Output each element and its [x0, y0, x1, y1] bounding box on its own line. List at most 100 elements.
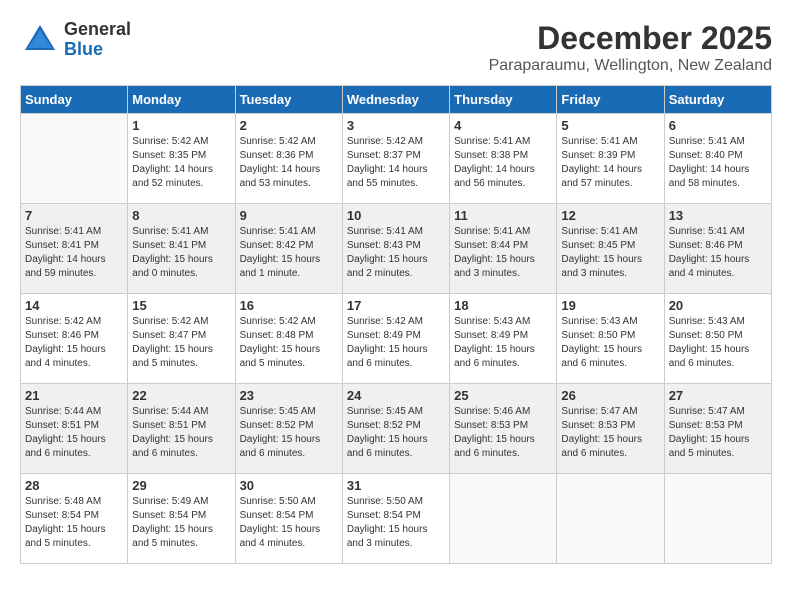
header-day-wednesday: Wednesday — [342, 86, 449, 114]
calendar-cell: 18 Sunrise: 5:43 AM Sunset: 8:49 PM Dayli… — [450, 294, 557, 384]
calendar-cell — [664, 474, 771, 564]
day-number: 31 — [347, 478, 445, 493]
day-info: Sunrise: 5:41 AM Sunset: 8:46 PM Dayligh… — [669, 225, 767, 281]
calendar-cell — [557, 474, 664, 564]
header-day-monday: Monday — [128, 86, 235, 114]
day-number: 16 — [240, 298, 338, 313]
calendar-cell: 22 Sunrise: 5:44 AM Sunset: 8:51 PM Dayli… — [128, 384, 235, 474]
day-number: 30 — [240, 478, 338, 493]
calendar-cell: 31Sunrise: 5:50 AM Sunset: 8:54 PM Dayli… — [342, 474, 449, 564]
calendar-cell: 12 Sunrise: 5:41 AM Sunset: 8:45 PM Dayli… — [557, 204, 664, 294]
day-info: Sunrise: 5:41 AM Sunset: 8:41 PM Dayligh… — [132, 225, 230, 281]
calendar: SundayMondayTuesdayWednesdayThursdayFrid… — [20, 85, 772, 564]
day-info: Sunrise: 5:41 AM Sunset: 8:43 PM Dayligh… — [347, 225, 445, 281]
calendar-cell: 29 Sunrise: 5:49 AM Sunset: 8:54 PM Dayli… — [128, 474, 235, 564]
calendar-cell: 28 Sunrise: 5:48 AM Sunset: 8:54 PM Dayli… — [21, 474, 128, 564]
day-number: 6 — [669, 118, 767, 133]
header-day-tuesday: Tuesday — [235, 86, 342, 114]
day-info: Sunrise: 5:42 AM Sunset: 8:49 PM Dayligh… — [347, 315, 445, 371]
calendar-cell: 13 Sunrise: 5:41 AM Sunset: 8:46 PM Dayli… — [664, 204, 771, 294]
day-number: 3 — [347, 118, 445, 133]
calendar-cell — [21, 114, 128, 204]
day-info: Sunrise: 5:42 AM Sunset: 8:47 PM Dayligh… — [132, 315, 230, 371]
day-info: Sunrise: 5:43 AM Sunset: 8:50 PM Dayligh… — [669, 315, 767, 371]
day-number: 1 — [132, 118, 230, 133]
day-number: 25 — [454, 388, 552, 403]
day-number: 12 — [561, 208, 659, 223]
day-info: Sunrise: 5:41 AM Sunset: 8:38 PM Dayligh… — [454, 135, 552, 191]
header-day-saturday: Saturday — [664, 86, 771, 114]
calendar-cell: 23Sunrise: 5:45 AM Sunset: 8:52 PM Dayli… — [235, 384, 342, 474]
day-info: Sunrise: 5:42 AM Sunset: 8:46 PM Dayligh… — [25, 315, 123, 371]
day-number: 4 — [454, 118, 552, 133]
week-row-1: 1Sunrise: 5:42 AM Sunset: 8:35 PM Daylig… — [21, 114, 772, 204]
calendar-cell: 8 Sunrise: 5:41 AM Sunset: 8:41 PM Daylig… — [128, 204, 235, 294]
day-info: Sunrise: 5:41 AM Sunset: 8:42 PM Dayligh… — [240, 225, 338, 281]
calendar-cell: 30Sunrise: 5:50 AM Sunset: 8:54 PM Dayli… — [235, 474, 342, 564]
calendar-cell: 3 Sunrise: 5:42 AM Sunset: 8:37 PM Daylig… — [342, 114, 449, 204]
calendar-cell: 20 Sunrise: 5:43 AM Sunset: 8:50 PM Dayli… — [664, 294, 771, 384]
day-info: Sunrise: 5:49 AM Sunset: 8:54 PM Dayligh… — [132, 495, 230, 551]
day-number: 27 — [669, 388, 767, 403]
day-number: 28 — [25, 478, 123, 493]
day-number: 13 — [669, 208, 767, 223]
day-number: 29 — [132, 478, 230, 493]
day-number: 19 — [561, 298, 659, 313]
calendar-cell: 25Sunrise: 5:46 AM Sunset: 8:53 PM Dayli… — [450, 384, 557, 474]
calendar-cell: 24Sunrise: 5:45 AM Sunset: 8:52 PM Dayli… — [342, 384, 449, 474]
day-number: 5 — [561, 118, 659, 133]
calendar-cell: 4 Sunrise: 5:41 AM Sunset: 8:38 PM Daylig… — [450, 114, 557, 204]
day-info: Sunrise: 5:41 AM Sunset: 8:40 PM Dayligh… — [669, 135, 767, 191]
day-number: 20 — [669, 298, 767, 313]
day-info: Sunrise: 5:44 AM Sunset: 8:51 PM Dayligh… — [25, 405, 123, 461]
day-number: 18 — [454, 298, 552, 313]
day-number: 11 — [454, 208, 552, 223]
day-info: Sunrise: 5:48 AM Sunset: 8:54 PM Dayligh… — [25, 495, 123, 551]
day-info: Sunrise: 5:42 AM Sunset: 8:48 PM Dayligh… — [240, 315, 338, 371]
day-info: Sunrise: 5:44 AM Sunset: 8:51 PM Dayligh… — [132, 405, 230, 461]
calendar-cell: 27Sunrise: 5:47 AM Sunset: 8:53 PM Dayli… — [664, 384, 771, 474]
header-day-sunday: Sunday — [21, 86, 128, 114]
calendar-cell: 15 Sunrise: 5:42 AM Sunset: 8:47 PM Dayli… — [128, 294, 235, 384]
day-number: 26 — [561, 388, 659, 403]
day-info: Sunrise: 5:42 AM Sunset: 8:36 PM Dayligh… — [240, 135, 338, 191]
day-number: 22 — [132, 388, 230, 403]
day-info: Sunrise: 5:41 AM Sunset: 8:41 PM Dayligh… — [25, 225, 123, 281]
week-row-2: 7 Sunrise: 5:41 AM Sunset: 8:41 PM Daylig… — [21, 204, 772, 294]
calendar-cell: 1Sunrise: 5:42 AM Sunset: 8:35 PM Daylig… — [128, 114, 235, 204]
calendar-cell: 6 Sunrise: 5:41 AM Sunset: 8:40 PM Daylig… — [664, 114, 771, 204]
calendar-cell: 26 Sunrise: 5:47 AM Sunset: 8:53 PM Dayli… — [557, 384, 664, 474]
location-title: Paraparaumu, Wellington, New Zealand — [489, 57, 772, 75]
header-row: SundayMondayTuesdayWednesdayThursdayFrid… — [21, 86, 772, 114]
week-row-4: 21 Sunrise: 5:44 AM Sunset: 8:51 PM Dayli… — [21, 384, 772, 474]
week-row-3: 14 Sunrise: 5:42 AM Sunset: 8:46 PM Dayli… — [21, 294, 772, 384]
calendar-header: SundayMondayTuesdayWednesdayThursdayFrid… — [21, 86, 772, 114]
day-number: 15 — [132, 298, 230, 313]
day-number: 17 — [347, 298, 445, 313]
week-row-5: 28 Sunrise: 5:48 AM Sunset: 8:54 PM Dayli… — [21, 474, 772, 564]
calendar-cell: 21 Sunrise: 5:44 AM Sunset: 8:51 PM Dayli… — [21, 384, 128, 474]
day-number: 21 — [25, 388, 123, 403]
day-number: 7 — [25, 208, 123, 223]
calendar-cell — [450, 474, 557, 564]
header-day-thursday: Thursday — [450, 86, 557, 114]
calendar-cell: 7 Sunrise: 5:41 AM Sunset: 8:41 PM Daylig… — [21, 204, 128, 294]
day-info: Sunrise: 5:45 AM Sunset: 8:52 PM Dayligh… — [240, 405, 338, 461]
logo-blue-text: Blue — [64, 40, 131, 60]
day-number: 8 — [132, 208, 230, 223]
day-number: 9 — [240, 208, 338, 223]
day-info: Sunrise: 5:47 AM Sunset: 8:53 PM Dayligh… — [561, 405, 659, 461]
day-info: Sunrise: 5:42 AM Sunset: 8:37 PM Dayligh… — [347, 135, 445, 191]
calendar-cell: 11Sunrise: 5:41 AM Sunset: 8:44 PM Dayli… — [450, 204, 557, 294]
header-day-friday: Friday — [557, 86, 664, 114]
logo-general-text: General — [64, 20, 131, 40]
header: General Blue December 2025 Paraparaumu, … — [20, 20, 772, 75]
calendar-cell: 5Sunrise: 5:41 AM Sunset: 8:39 PM Daylig… — [557, 114, 664, 204]
month-title: December 2025 — [489, 20, 772, 57]
day-number: 14 — [25, 298, 123, 313]
day-number: 10 — [347, 208, 445, 223]
calendar-cell: 10 Sunrise: 5:41 AM Sunset: 8:43 PM Dayli… — [342, 204, 449, 294]
day-info: Sunrise: 5:41 AM Sunset: 8:45 PM Dayligh… — [561, 225, 659, 281]
day-info: Sunrise: 5:43 AM Sunset: 8:49 PM Dayligh… — [454, 315, 552, 371]
calendar-cell: 17 Sunrise: 5:42 AM Sunset: 8:49 PM Dayli… — [342, 294, 449, 384]
